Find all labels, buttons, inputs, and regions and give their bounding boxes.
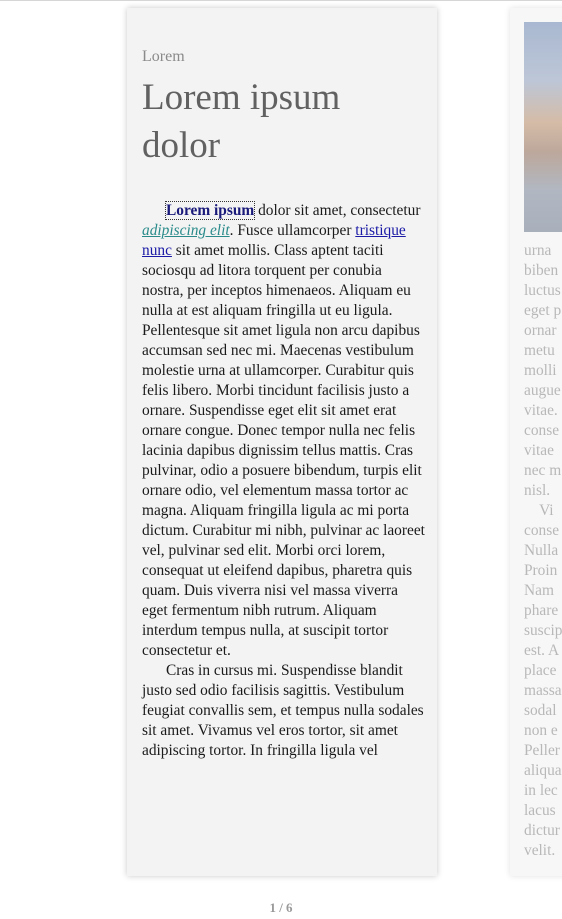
landscape-photo	[524, 22, 562, 232]
next-page-preview[interactable]: urna biben luctus eget p ornar metu moll…	[510, 8, 562, 876]
paragraph-text: . Fusce ullamcorper	[229, 222, 356, 239]
article-body: Lorem ipsum dolor sit amet, consectetur …	[142, 201, 427, 761]
paragraph: Lorem ipsum dolor sit amet, consectetur …	[142, 201, 427, 661]
next-page-text: urna biben luctus eget p ornar metu moll…	[524, 242, 562, 859]
paragraph-text: sit amet mollis. Class aptent taciti soc…	[142, 242, 425, 659]
top-divider	[0, 0, 562, 1]
page-indicator: 1 / 6	[269, 900, 293, 915]
adipiscing-elit-link[interactable]: adipiscing elit	[142, 222, 230, 239]
document-page: Lorem Lorem ipsum dolor Lorem ipsum dolo…	[127, 8, 437, 876]
paragraph-text: dolor sit amet, consectetur	[254, 202, 421, 219]
page-kicker: Lorem	[142, 48, 185, 65]
lorem-ipsum-link[interactable]: Lorem ipsum	[164, 201, 256, 220]
page-title: Lorem ipsum dolor	[142, 77, 341, 166]
paragraph: Cras in cursus mi. Suspendisse blandit j…	[142, 662, 424, 759]
